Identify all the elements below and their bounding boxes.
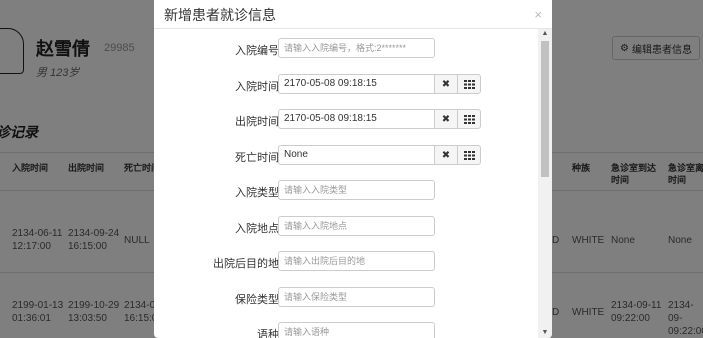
- form-row-discharge-destination: 出院后目的地: [154, 251, 538, 273]
- insurance-type-input[interactable]: [278, 287, 435, 307]
- form-row-admission-type: 入院类型: [154, 180, 538, 202]
- calendar-grid-icon[interactable]: [457, 109, 481, 129]
- add-visit-modal: 新增患者就诊信息 × 入院编号 入院时间 ✖ 出院时间 ✖ 死亡时间 ✖: [154, 0, 552, 338]
- field-label: 入院编号: [235, 45, 279, 57]
- form-row-death-time: 死亡时间 ✖: [154, 145, 538, 167]
- form-row-admit-time: 入院时间 ✖: [154, 74, 538, 96]
- admission-location-input[interactable]: [278, 216, 435, 236]
- calendar-grid-icon[interactable]: [457, 74, 481, 94]
- scrollbar-thumb[interactable]: [541, 41, 549, 177]
- form-row-admission-id: 入院编号: [154, 38, 538, 60]
- form-row-discharge-time: 出院时间 ✖: [154, 109, 538, 131]
- field-label: 入院时间: [235, 81, 279, 93]
- field-label: 死亡时间: [235, 152, 279, 164]
- field-label: 入院地点: [235, 223, 279, 235]
- field-label: 保险类型: [235, 294, 279, 306]
- field-label: 出院时间: [235, 116, 279, 128]
- admission-type-input[interactable]: [278, 180, 435, 200]
- times-icon[interactable]: ✖: [434, 145, 458, 165]
- field-label: 入院类型: [235, 187, 279, 199]
- admission-id-input[interactable]: [278, 38, 435, 58]
- form-row-admission-location: 入院地点: [154, 216, 538, 238]
- field-label: 语种: [257, 329, 279, 338]
- scroll-down-icon[interactable]: ▼: [538, 328, 552, 338]
- modal-scrollbar[interactable]: ▲ ▼: [538, 29, 552, 338]
- close-icon[interactable]: ×: [534, 7, 542, 22]
- field-label: 出院后目的地: [213, 258, 279, 270]
- modal-body: 入院编号 入院时间 ✖ 出院时间 ✖ 死亡时间 ✖ 入院类型: [154, 29, 538, 338]
- modal-title: 新增患者就诊信息: [164, 7, 276, 23]
- discharge-time-input[interactable]: [278, 109, 435, 129]
- calendar-grid-icon[interactable]: [457, 145, 481, 165]
- discharge-destination-input[interactable]: [278, 251, 435, 271]
- admit-time-input[interactable]: [278, 74, 435, 94]
- modal-header: 新增患者就诊信息 ×: [154, 0, 552, 29]
- form-row-language: 语种: [154, 322, 538, 338]
- times-icon[interactable]: ✖: [434, 109, 458, 129]
- language-input[interactable]: [278, 322, 435, 338]
- form-row-insurance-type: 保险类型: [154, 287, 538, 309]
- death-time-input[interactable]: [278, 145, 435, 165]
- times-icon[interactable]: ✖: [434, 74, 458, 94]
- scroll-up-icon[interactable]: ▲: [538, 29, 552, 39]
